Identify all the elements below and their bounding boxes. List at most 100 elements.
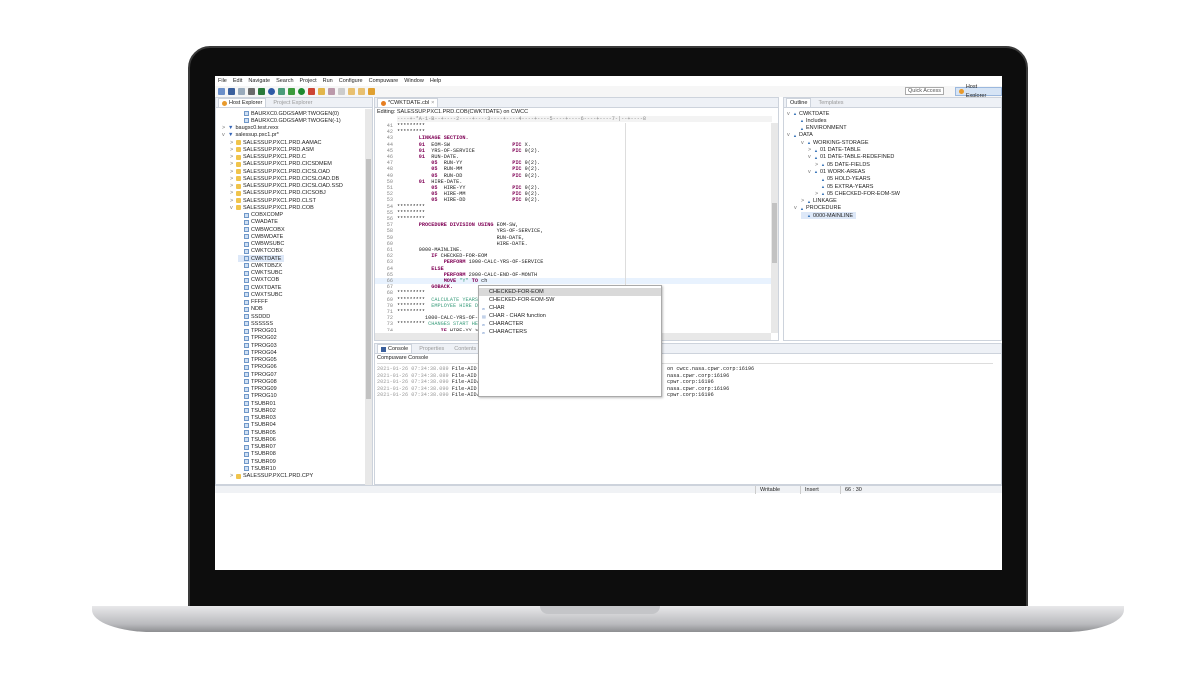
tree-item[interactable]: TPROG03 — [238, 342, 280, 349]
tree-item[interactable]: CWADATE — [238, 219, 281, 226]
tree-item[interactable]: > SALESSUP.PXC1.PRD.ASM — [230, 146, 317, 153]
outline-item[interactable]: ▲ 05 HOLD-YEARS — [815, 176, 873, 183]
tree-item[interactable]: TSUBR07 — [238, 444, 279, 451]
tree-item[interactable]: TPROG01 — [238, 328, 280, 335]
back-icon[interactable] — [348, 88, 355, 95]
expand-icon[interactable]: v — [230, 205, 234, 211]
tree-item[interactable]: CWKTCOBX — [238, 248, 286, 255]
tree-item[interactable]: COBXCOMP — [238, 212, 286, 219]
tree-item[interactable]: TSUBR03 — [238, 415, 279, 422]
menu-compuware[interactable]: Compuware — [369, 78, 399, 84]
tree-item[interactable]: v SALESSUP.PXC1.PRD.COB — [230, 204, 317, 211]
close-icon[interactable]: × — [431, 100, 434, 106]
editor-scrollbar[interactable] — [771, 123, 778, 333]
expand-icon[interactable]: v — [787, 132, 791, 138]
tree-item[interactable]: CWBWDATE — [238, 233, 286, 240]
open-folder-icon[interactable] — [318, 88, 325, 95]
tree-item[interactable]: TPROG10 — [238, 393, 280, 400]
editor-scroll-thumb[interactable] — [772, 203, 777, 263]
pen-icon[interactable] — [328, 88, 335, 95]
console-output[interactable]: 2021-01-26 07:34:38.089 File-AID Co on cw… — [377, 363, 993, 478]
outline-item[interactable]: ▲ 05 EXTRA-YEARS — [815, 183, 876, 190]
tree-item[interactable]: TSUBR01 — [238, 400, 279, 407]
tree-item[interactable]: > SALESSUP.PXC1.PRD.CICSLOAD.SSD — [230, 183, 346, 190]
outline-item[interactable]: > ▲ LINKAGE — [801, 198, 840, 205]
autocomplete-item[interactable]: w CHARACTERS — [479, 328, 661, 336]
outline-item[interactable]: v ▲ DATA — [787, 132, 816, 139]
tab-templates[interactable]: Templates — [815, 98, 846, 107]
tree-item[interactable]: TSUBR10 — [238, 465, 279, 472]
menu-window[interactable]: Window — [404, 78, 424, 84]
connect-icon[interactable] — [268, 88, 275, 95]
autocomplete-item[interactable]: w CHAR — [479, 304, 661, 312]
pin-icon[interactable] — [368, 88, 375, 95]
menu-navigate[interactable]: Navigate — [248, 78, 270, 84]
outline-item[interactable]: v ▲ CWKTDATE — [787, 110, 832, 117]
outline-item[interactable]: ▲ 0000-MAINLINE — [801, 212, 857, 220]
tree-item[interactable]: TSUBR02 — [238, 407, 279, 414]
expand-icon[interactable]: v — [808, 154, 812, 160]
collapse-icon[interactable]: > — [230, 198, 234, 204]
collapse-icon[interactable]: > — [230, 147, 234, 153]
expand-icon[interactable]: v — [222, 132, 226, 138]
outline-item[interactable]: > ▲ 05 DATE-FIELDS — [815, 161, 873, 168]
tree-item[interactable]: TSUBR06 — [238, 436, 279, 443]
collapse-icon[interactable]: > — [230, 183, 234, 189]
autocomplete-item[interactable]: CHECKED-FOR-EOM-SW — [479, 296, 661, 304]
print-icon[interactable] — [248, 88, 255, 95]
new-icon[interactable] — [218, 88, 225, 95]
menu-search[interactable]: Search — [276, 78, 293, 84]
menu-project[interactable]: Project — [300, 78, 317, 84]
run-icon[interactable] — [298, 88, 305, 95]
tree-item[interactable]: FFFFF — [238, 299, 271, 306]
collapse-icon[interactable]: > — [230, 190, 234, 196]
annotation-icon[interactable] — [338, 88, 345, 95]
collapse-icon[interactable]: > — [230, 176, 234, 182]
tree-scrollbar[interactable] — [365, 109, 372, 485]
expand-icon[interactable]: v — [787, 111, 791, 117]
tab-contents[interactable]: Contents — [451, 344, 479, 353]
tree-item[interactable]: > SALESSUP.PXC1.PRD.C — [230, 154, 309, 161]
tree-item[interactable]: CWKTDBZX — [238, 262, 285, 269]
tree-item[interactable]: > SALESSUP.PXC1.PRD.CLST — [230, 197, 319, 204]
autocomplete-item[interactable]: w CHARACTER — [479, 320, 661, 328]
tree-item[interactable]: CWKTDATE — [238, 255, 285, 262]
terminal-icon[interactable] — [258, 88, 265, 95]
tree-item[interactable]: TPROG06 — [238, 364, 280, 371]
collapse-icon[interactable]: > — [222, 125, 226, 131]
host-icon[interactable] — [278, 88, 285, 95]
tree-item[interactable]: CWXTSUBC — [238, 291, 285, 298]
outline-item[interactable]: > ▲ 05 CHECKED-FOR-EOM-SW — [815, 190, 903, 197]
collapse-icon[interactable]: > — [230, 140, 234, 146]
tree-item[interactable]: TPROG07 — [238, 371, 280, 378]
tree-item[interactable]: TSUBR04 — [238, 422, 279, 429]
tree-item[interactable]: > SALESSUP.PXC1.PRD.CICSLOAD.DB — [230, 175, 342, 182]
tree-item[interactable]: > ▼ baugxc0.test.rexx — [222, 125, 282, 132]
outline-item[interactable]: v ▲ 01 WORK-AREAS — [808, 168, 868, 175]
tree-item[interactable]: > SALESSUP.PXC1.PRD.CICSOBJ — [230, 190, 329, 197]
tree-item[interactable]: TPROG05 — [238, 357, 280, 364]
tree-item[interactable]: SSDDD — [238, 313, 273, 320]
tab-cwktdate[interactable]: *CWKTDATE.cbl × — [377, 98, 439, 107]
menu-configure[interactable]: Configure — [339, 78, 363, 84]
autocomplete-item[interactable]: ▤ CHAR - CHAR function — [479, 312, 661, 320]
tab-console[interactable]: Console — [377, 344, 413, 353]
tree-item[interactable]: CWBWSUBC — [238, 241, 287, 248]
outline-item[interactable]: v ▲ 01 DATE-TABLE-REDEFINED — [808, 154, 897, 161]
expand-icon[interactable]: v — [801, 140, 805, 146]
menu-run[interactable]: Run — [323, 78, 333, 84]
tree-item[interactable]: BAURXC0.GDGSAMP.TWOGEN(-1) — [238, 117, 344, 124]
tab-outline[interactable]: Outline — [786, 98, 812, 107]
tree-item[interactable]: TSUBR09 — [238, 458, 279, 465]
tree-item[interactable]: CWXTCOB — [238, 277, 282, 284]
save-all-icon[interactable] — [238, 88, 245, 95]
menu-file[interactable]: File — [218, 78, 227, 84]
tree-item[interactable]: TPROG08 — [238, 378, 280, 385]
tree-item[interactable]: TSUBR05 — [238, 429, 279, 436]
autocomplete-item[interactable]: CHECKED-FOR-EOM — [479, 288, 661, 296]
tree-item[interactable]: v ▼ salessup.pxc1.pr* — [222, 132, 282, 139]
outline-item[interactable]: ▲ ENVIRONMENT — [794, 125, 850, 132]
tree-item[interactable]: > SALESSUP.PXC1.PRD.CICSLOAD — [230, 168, 333, 175]
tree-item[interactable]: CWKTSUBC — [238, 270, 285, 277]
tree-item[interactable]: > SALESSUP.PXC1.PRD.CICSDMEM — [230, 161, 335, 168]
